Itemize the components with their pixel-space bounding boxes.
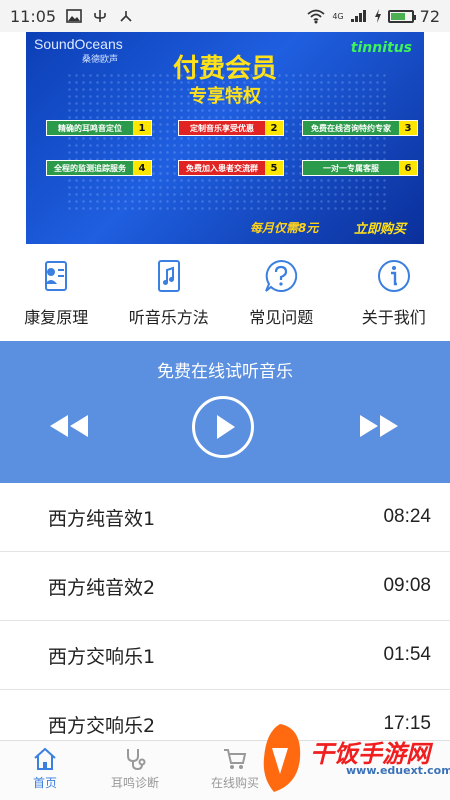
feature-number: 1 xyxy=(133,121,151,135)
track-duration: 01:54 xyxy=(383,644,431,665)
stethoscope-icon xyxy=(127,749,146,771)
feature-text: 定制音乐享受优惠 xyxy=(179,121,265,135)
feature-item: 定制音乐享受优惠 2 xyxy=(178,120,284,136)
track-name: 西方纯音效1 xyxy=(48,507,156,530)
nav-tinnitus-diagnosis[interactable]: 耳鸣诊断 xyxy=(90,741,180,800)
feature-number: 2 xyxy=(265,121,283,135)
feature-text: 免费在线咨询特约专家 xyxy=(303,121,399,135)
banner-title: 付费会员 xyxy=(172,54,277,84)
charging-icon xyxy=(374,9,381,23)
menu-item-label: 康复原理 xyxy=(24,308,89,327)
menu-item-label: 常见问题 xyxy=(249,308,314,327)
track-duration: 08:24 xyxy=(383,506,431,527)
feature-text: 全程的监测追踪服务 xyxy=(47,161,133,175)
info-icon xyxy=(377,260,410,292)
feature-item: 精确的耳鸣音定位 1 xyxy=(46,120,152,136)
feature-item: 全程的监测追踪服务 4 xyxy=(46,160,152,176)
usb-icon xyxy=(94,10,106,22)
track-duration: 09:08 xyxy=(383,575,431,596)
question-icon xyxy=(265,259,298,292)
music-note-icon xyxy=(157,260,180,292)
document-person-icon xyxy=(45,261,68,291)
feature-item: 免费在线咨询特约专家 3 xyxy=(302,120,418,136)
feature-number: 4 xyxy=(133,161,151,175)
menu-item-music-method[interactable]: 听音乐方法 xyxy=(113,244,226,340)
cart-icon xyxy=(224,749,247,769)
menu-item-recovery-principle[interactable]: 康复原理 xyxy=(0,244,113,340)
watermark-logo-icon xyxy=(263,724,301,792)
feature-number: 6 xyxy=(399,161,417,175)
menu-item-faq[interactable]: 常见问题 xyxy=(225,244,338,340)
track-name: 西方交响乐1 xyxy=(48,645,156,668)
membership-banner[interactable]: SoundOceans 桑德欧声 tinnitus 付费会员 专享特权 精确的耳… xyxy=(26,32,424,244)
wifi-icon xyxy=(307,9,325,24)
share-icon xyxy=(120,11,132,22)
battery-icon xyxy=(387,9,416,23)
next-track-icon[interactable] xyxy=(356,411,402,441)
menu-item-label: 听音乐方法 xyxy=(128,308,209,327)
music-player: 免费在线试听音乐 xyxy=(0,341,450,483)
nav-label: 耳鸣诊断 xyxy=(110,776,159,790)
buy-now-link[interactable]: 立即购买 xyxy=(354,218,406,237)
signal-icon xyxy=(350,10,366,22)
play-button[interactable] xyxy=(192,396,254,458)
feature-number: 5 xyxy=(265,161,283,175)
nav-home[interactable]: 首页 xyxy=(0,741,90,800)
previous-track-icon[interactable] xyxy=(46,411,92,441)
status-time: 11:05 xyxy=(10,6,57,26)
banner-subtitle: 专享特权 xyxy=(189,86,261,107)
nav-label: 首页 xyxy=(32,776,57,790)
watermark-url: www.eduext.com xyxy=(346,764,450,777)
image-icon xyxy=(66,9,82,23)
player-title: 免费在线试听音乐 xyxy=(157,362,293,382)
site-watermark: 干饭手游网 www.eduext.com xyxy=(250,712,450,800)
feature-number: 3 xyxy=(399,121,417,135)
quick-menu: 康复原理 听音乐方法 常见问题 关于我们 xyxy=(0,244,450,340)
feature-item: 一对一专属客服 6 xyxy=(302,160,418,176)
status-bar: 11:05 4G 72 xyxy=(0,0,450,32)
menu-item-about-us[interactable]: 关于我们 xyxy=(338,244,450,340)
price-text: 每月仅需8元 xyxy=(250,221,319,235)
feature-item: 免费加入患者交流群 5 xyxy=(178,160,284,176)
track-row[interactable]: 西方交响乐1 01:54 xyxy=(0,621,450,690)
battery-percent: 72 xyxy=(419,6,440,26)
track-row[interactable]: 西方纯音效1 08:24 xyxy=(0,483,450,552)
home-icon xyxy=(34,747,56,770)
feature-text: 精确的耳鸣音定位 xyxy=(47,121,133,135)
track-row[interactable]: 西方纯音效2 09:08 xyxy=(0,552,450,621)
play-icon xyxy=(217,415,235,439)
track-name: 西方纯音效2 xyxy=(48,576,156,599)
feature-text: 免费加入患者交流群 xyxy=(179,161,265,175)
feature-text: 一对一专属客服 xyxy=(303,161,399,175)
menu-item-label: 关于我们 xyxy=(361,308,426,327)
network-type: 4G xyxy=(332,11,344,21)
